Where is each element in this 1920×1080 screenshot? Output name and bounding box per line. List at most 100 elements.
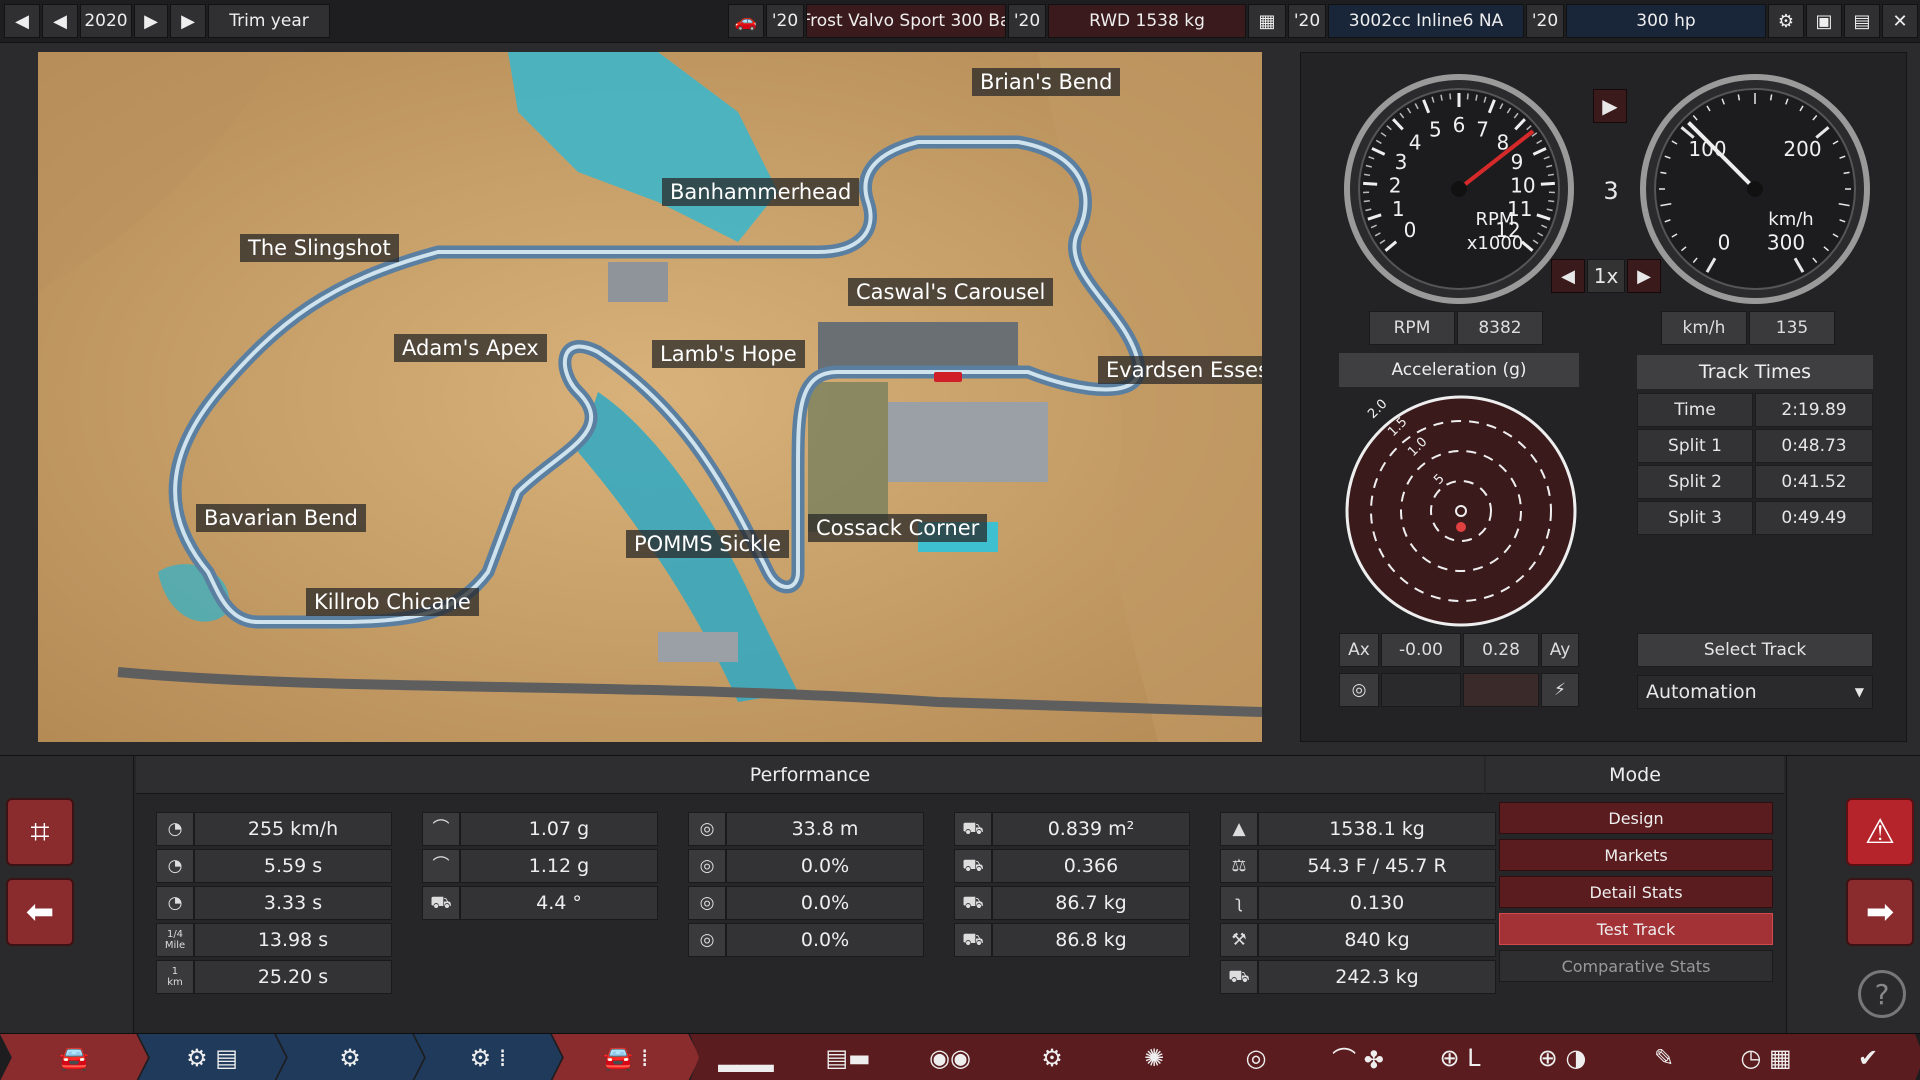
mode-detail-stats-button[interactable]: Detail Stats — [1499, 876, 1773, 908]
track-map[interactable]: Brian's Bend Banhammerhead The Slingshot… — [38, 52, 1262, 742]
track-view-icon[interactable]: ⌗ — [6, 798, 74, 866]
select-track-button[interactable]: Select Track — [1637, 633, 1873, 667]
stat-row: ▲ 1538.1 kg — [1220, 812, 1496, 846]
track-time-value: 0:49.49 — [1755, 501, 1873, 535]
stat-row: ⛟ 86.8 kg — [954, 923, 1190, 957]
car-name-field[interactable]: Frost Valvo Sport 300 Ba — [806, 4, 1006, 38]
back-arrow-icon[interactable]: ⬅ — [6, 878, 74, 946]
year-back-icon[interactable]: ◀ — [42, 4, 78, 38]
chassis-year: '20 — [1008, 4, 1046, 38]
chevron-down-icon: ▼ — [1854, 685, 1864, 699]
stat-value: 1538.1 kg — [1258, 812, 1496, 846]
track-dropdown[interactable]: Automation ▼ — [1637, 675, 1873, 709]
nav-steering-icon[interactable]: ⊕ L — [1404, 1034, 1516, 1080]
rpm-tick-label: 4 — [1409, 130, 1422, 154]
corner-label[interactable]: Bavarian Bend — [196, 504, 366, 532]
corner-label[interactable]: Caswal's Carousel — [848, 278, 1054, 306]
speed-readout-value: 135 — [1749, 311, 1835, 345]
stat-value: 33.8 m — [726, 812, 924, 846]
nav-aero-icon[interactable]: ⌒ ✤ — [1302, 1034, 1414, 1080]
rpm-tick-label: 2 — [1389, 173, 1402, 197]
corner-label[interactable]: Evardsen Esses — [1098, 356, 1262, 384]
stat-row: ⛟ 0.366 — [954, 849, 1190, 883]
corner-label[interactable]: The Slingshot — [240, 234, 399, 262]
settings-gear-icon[interactable]: ⚙ — [1768, 4, 1804, 38]
nav-tyres-icon[interactable]: ⚙ — [996, 1034, 1108, 1080]
stat-row: ⛟ 86.7 kg — [954, 886, 1190, 920]
stat-value: 86.8 kg — [992, 923, 1190, 957]
nav-body-design-icon[interactable]: 🚘 ⁞ — [552, 1034, 700, 1080]
nav-suspension-icon[interactable]: ⚙ — [276, 1034, 424, 1080]
engine-year: '20 — [1288, 4, 1326, 38]
stat-value: 0.130 — [1258, 886, 1496, 920]
trim-year-label: Trim year — [208, 4, 330, 38]
nav-test-track-icon[interactable]: ◷ ▦ — [1710, 1034, 1822, 1080]
track-time-value: 0:41.52 — [1755, 465, 1873, 499]
quarter-mile-icon: 1/4 Mile — [156, 923, 194, 957]
nav-car-body-icon[interactable]: 🚘 — [0, 1034, 148, 1080]
screenshot-camera-icon[interactable]: ▣ — [1806, 4, 1842, 38]
car-icon: 🚗 — [728, 4, 764, 38]
forward-arrow-icon[interactable]: ➡ — [1846, 878, 1914, 946]
save-icon[interactable]: ▤ — [1844, 4, 1880, 38]
year-field[interactable]: 2020 — [80, 4, 132, 38]
nav-confirm-check-icon[interactable]: ✔ — [1812, 1034, 1920, 1080]
nav-chassis-tab-icon[interactable]: ⚙ ▤ — [138, 1034, 286, 1080]
track-time-value: 0:48.73 — [1755, 429, 1873, 463]
nav-wheel-alignment-icon[interactable]: ⊕ ◑ — [1506, 1034, 1618, 1080]
nav-brakes-icon[interactable]: ◎ — [1200, 1034, 1312, 1080]
nav-lights-icon[interactable]: ◉◉ — [894, 1034, 1006, 1080]
warning-icon[interactable]: ⚠ — [1846, 798, 1914, 866]
track-time-label: Split 2 — [1637, 465, 1753, 499]
mode-comparative-stats-button[interactable]: Comparative Stats — [1499, 950, 1773, 982]
speed-tick-label: 300 — [1767, 231, 1805, 255]
game-window: ◀ ◀ 2020 ▶ ▶ Trim year 🚗 '20 Frost Valvo… — [0, 0, 1920, 1080]
nav-tuning-icon[interactable]: ✎ — [1608, 1034, 1720, 1080]
mode-title: Mode — [1486, 756, 1784, 794]
car-year: '20 — [766, 4, 804, 38]
speed-tick-label: 200 — [1783, 137, 1821, 161]
stat-value: 1.07 g — [460, 812, 658, 846]
corner-label[interactable]: Killrob Chicane — [306, 588, 479, 616]
corner-label[interactable]: Brian's Bend — [972, 68, 1121, 96]
nav-interior-icon[interactable]: ▂▂▂ — [690, 1034, 802, 1080]
chassis-field[interactable]: RWD 1538 kg — [1048, 4, 1246, 38]
rewind-icon[interactable]: ◀ — [1551, 259, 1585, 293]
nav-wheels-icon[interactable]: ✺ — [1098, 1034, 1210, 1080]
playback-speed[interactable]: 1x — [1587, 259, 1625, 293]
stat-row: ◔ 255 km/h — [156, 812, 392, 846]
track-time-label: Split 1 — [1637, 429, 1753, 463]
stat-value: 1.12 g — [460, 849, 658, 883]
performance-title: Performance — [136, 756, 1484, 794]
power-field[interactable]: 300 hp — [1566, 4, 1766, 38]
stat-row: ◔ 5.59 s — [156, 849, 392, 883]
corner-label[interactable]: Cossack Corner — [808, 514, 988, 542]
rpm-tick-label: 1 — [1392, 197, 1405, 221]
engine-field[interactable]: 3002cc Inline6 NA — [1328, 4, 1524, 38]
year-forward-fast-icon[interactable]: ▶ — [170, 4, 206, 38]
corner-label[interactable]: Adam's Apex — [394, 334, 547, 362]
corner-label[interactable]: Banhammerhead — [662, 178, 860, 206]
year-forward-icon[interactable]: ▶ — [134, 4, 168, 38]
close-icon[interactable]: ✕ — [1882, 4, 1918, 38]
track-time-label: Split 3 — [1637, 501, 1753, 535]
mode-markets-button[interactable]: Markets — [1499, 839, 1773, 871]
ax-value: -0.00 — [1381, 633, 1461, 667]
tow-weight-icon: ⚒ — [1220, 923, 1258, 957]
nav-drivetrain-icon[interactable]: ⚙ ⁞ — [414, 1034, 562, 1080]
gforce-dot — [1456, 522, 1466, 532]
fast-forward-icon[interactable]: ▶ — [1627, 259, 1661, 293]
play-icon[interactable]: ▶ — [1593, 89, 1627, 123]
rpm-tick-label: 3 — [1395, 150, 1408, 174]
nav-fixtures-icon[interactable]: ▤▬ — [792, 1034, 904, 1080]
steering-bar-left — [1381, 673, 1461, 707]
rpm-readout-value: 8382 — [1457, 311, 1543, 345]
cargo-icon: ⛟ — [1220, 960, 1258, 994]
rpm-dial-unit: x1000 — [1467, 233, 1523, 254]
mode-test-track-button[interactable]: Test Track — [1499, 913, 1773, 945]
corner-label[interactable]: Lamb's Hope — [652, 340, 805, 368]
corner-label[interactable]: POMMS Sickle — [626, 530, 790, 558]
mode-design-button[interactable]: Design — [1499, 802, 1773, 834]
year-back-fast-icon[interactable]: ◀ — [4, 4, 40, 38]
help-icon[interactable]: ? — [1858, 970, 1906, 1018]
